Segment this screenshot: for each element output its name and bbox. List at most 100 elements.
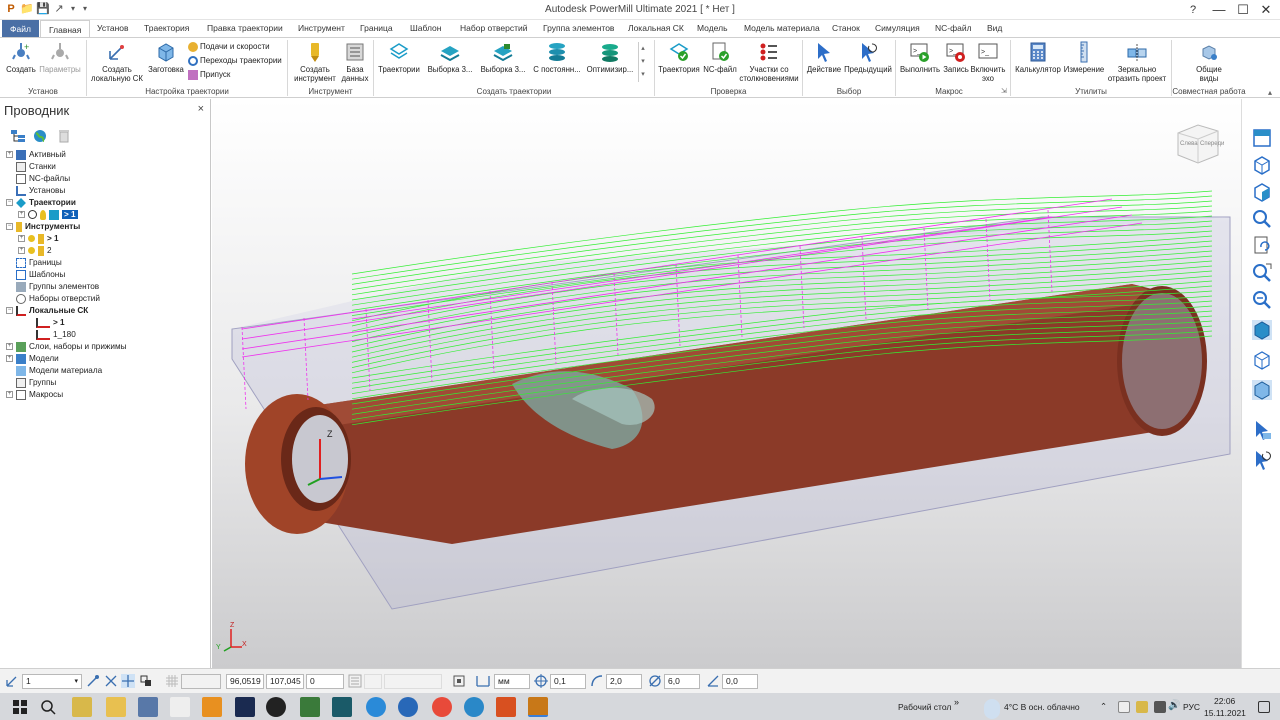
link-icon[interactable] (139, 674, 153, 688)
powerpoint-icon[interactable] (496, 697, 516, 717)
tree-item-toolpaths[interactable]: − Траектории (6, 197, 76, 208)
zoom-to-fit-icon[interactable] (1251, 262, 1273, 284)
workplane-arrows-icon[interactable] (104, 674, 118, 688)
explorer-tree-icon[interactable] (10, 129, 26, 143)
measure-button[interactable]: Измерение (1063, 41, 1105, 74)
tree-item-tool-1[interactable]: + > 1 (18, 233, 59, 244)
photoshop-icon[interactable] (235, 697, 255, 717)
chevron-icon[interactable]: » (954, 697, 959, 707)
verify-toolpath-button[interactable]: Траектория (656, 41, 702, 74)
taskbar-app-9-icon[interactable] (332, 697, 352, 717)
expand-icon[interactable]: + (6, 355, 13, 363)
tab-workplane[interactable]: Локальная СК (628, 23, 684, 33)
create-ucs-button[interactable]: Создать локальную СК (88, 41, 146, 83)
coordinate-y-field[interactable]: 107,045 (266, 674, 304, 689)
previous-selection-button[interactable]: Предыдущий (843, 41, 893, 74)
desktop-toolbar-label[interactable]: Рабочий стол (898, 702, 951, 712)
workplane-select[interactable]: 1 ▾ (22, 674, 82, 689)
diameter-icon[interactable] (648, 674, 662, 688)
tab-view[interactable]: Вид (987, 23, 1002, 33)
view-from-top-icon[interactable] (1251, 127, 1273, 149)
shaded-view-icon[interactable] (1251, 319, 1273, 341)
tree-item-toolpath-1[interactable]: + > 1 (18, 209, 78, 220)
tab-tool[interactable]: Инструмент (298, 23, 345, 33)
tree-item-hole-sets[interactable]: Наборы отверстий (6, 293, 100, 304)
tree-item-machines[interactable]: Станки (6, 161, 56, 172)
tab-setup[interactable]: Установ (97, 23, 129, 33)
angle-field[interactable]: 0,0 (722, 674, 758, 689)
tree-item-groups[interactable]: Группы (6, 377, 56, 388)
taskbar-app-10-icon[interactable] (366, 697, 386, 717)
units-field[interactable]: мм (494, 674, 530, 689)
close-button[interactable]: ✕ (1250, 0, 1280, 20)
tree-item-boundaries[interactable]: Границы (6, 257, 62, 268)
thickness-button[interactable]: Припуск (188, 70, 230, 80)
collapse-icon[interactable]: − (6, 307, 13, 315)
taskbar-app-7-icon[interactable] (266, 697, 286, 717)
echo-commands-button[interactable]: >_ Включить эхо (970, 41, 1006, 83)
select-cursor-icon[interactable] (1251, 449, 1273, 471)
tree-item-nc-files[interactable]: NC-файлы (6, 173, 70, 184)
snap-icon[interactable] (121, 674, 135, 688)
tree-item-setups[interactable]: Установы (6, 185, 65, 196)
tab-feature-group[interactable]: Группа элементов (543, 23, 614, 33)
units-icon[interactable] (476, 674, 490, 688)
tray-arrow-icon[interactable]: ⌃ (1100, 701, 1107, 712)
coordinate-mode-icon[interactable] (348, 674, 362, 688)
calculator-app-icon[interactable] (138, 697, 158, 717)
expand-icon[interactable]: + (18, 235, 25, 243)
powermill-taskbar-icon[interactable] (528, 697, 548, 717)
angle-icon[interactable] (706, 674, 720, 688)
tab-nc-file[interactable]: NC-файл (935, 23, 972, 33)
expand-icon[interactable]: + (6, 391, 13, 399)
language-indicator[interactable]: РУС (1183, 702, 1200, 712)
expand-icon[interactable]: + (18, 247, 25, 255)
notifications-icon[interactable] (1258, 701, 1270, 713)
clock-time[interactable]: 22:06 (1214, 696, 1235, 706)
select-model-icon[interactable] (1251, 419, 1273, 441)
setup-params-button[interactable]: Параметры (38, 41, 82, 74)
tree-item-active[interactable]: + Активный (6, 149, 66, 160)
tab-boundary[interactable]: Граница (360, 23, 393, 33)
view-iso-icon[interactable] (1251, 154, 1273, 176)
view-iso-2-icon[interactable] (1251, 181, 1273, 203)
tree-item-workplane-1-180[interactable]: 1_180 (36, 329, 76, 340)
expand-icon[interactable]: + (6, 343, 13, 351)
tolerance-field[interactable]: 0,1 (550, 674, 586, 689)
verify-nc-file-button[interactable]: NC-файл (702, 41, 738, 74)
tree-item-stock-models[interactable]: Модели материала (6, 365, 102, 376)
gallery-scroll[interactable]: ▴ ▾ ▾ (638, 42, 647, 82)
feeds-speeds-button[interactable]: Подачи и скорости (188, 42, 270, 52)
thickness-icon[interactable] (590, 674, 604, 688)
tray-app-icon[interactable] (1118, 701, 1130, 713)
mirror-project-button[interactable]: Зеркально отразить проект (1105, 41, 1169, 83)
diameter-field[interactable]: 6,0 (664, 674, 700, 689)
tree-item-macros[interactable]: + Макросы (6, 389, 63, 400)
shared-views-button[interactable]: Общие виды (1185, 41, 1233, 83)
tab-file[interactable]: Файл (2, 20, 39, 38)
toolpaths-button[interactable]: Траектории (376, 41, 422, 74)
entity-icon[interactable] (452, 674, 466, 688)
zoom-icon[interactable] (1251, 208, 1273, 230)
leads-links-button[interactable]: Переходы траектории (188, 56, 282, 66)
taskbar-app-8-icon[interactable] (300, 697, 320, 717)
graphics-viewport[interactable]: Z Слева Спереди Z X Y (212, 99, 1241, 668)
edge-icon[interactable] (464, 697, 484, 717)
tree-item-levels[interactable]: + Слои, наборы и прижимы (6, 341, 126, 352)
thickness-field[interactable]: 2,0 (606, 674, 642, 689)
tab-model[interactable]: Модель (697, 23, 728, 33)
search-icon[interactable] (38, 697, 58, 717)
coordinate-z-field[interactable]: 0 (306, 674, 344, 689)
collapse-ribbon-icon[interactable]: ▴ (1268, 88, 1272, 97)
globe-icon[interactable] (32, 129, 48, 143)
collapse-icon[interactable]: − (6, 223, 13, 231)
action-button[interactable]: Действие (805, 41, 843, 74)
collapse-icon[interactable]: − (6, 199, 13, 207)
run-macro-button[interactable]: >_ Выполнить (898, 41, 942, 74)
tab-pattern[interactable]: Шаблон (410, 23, 441, 33)
tab-hole-set[interactable]: Набор отверстий (460, 23, 528, 33)
clock-date[interactable]: 15.11.2021 (1204, 708, 1246, 718)
create-setup-button[interactable]: + Создать (4, 41, 38, 74)
strategy-gallery-2[interactable]: Выборка 3... (478, 41, 528, 74)
dialog-launcher-icon[interactable]: ⇲ (1001, 87, 1007, 95)
